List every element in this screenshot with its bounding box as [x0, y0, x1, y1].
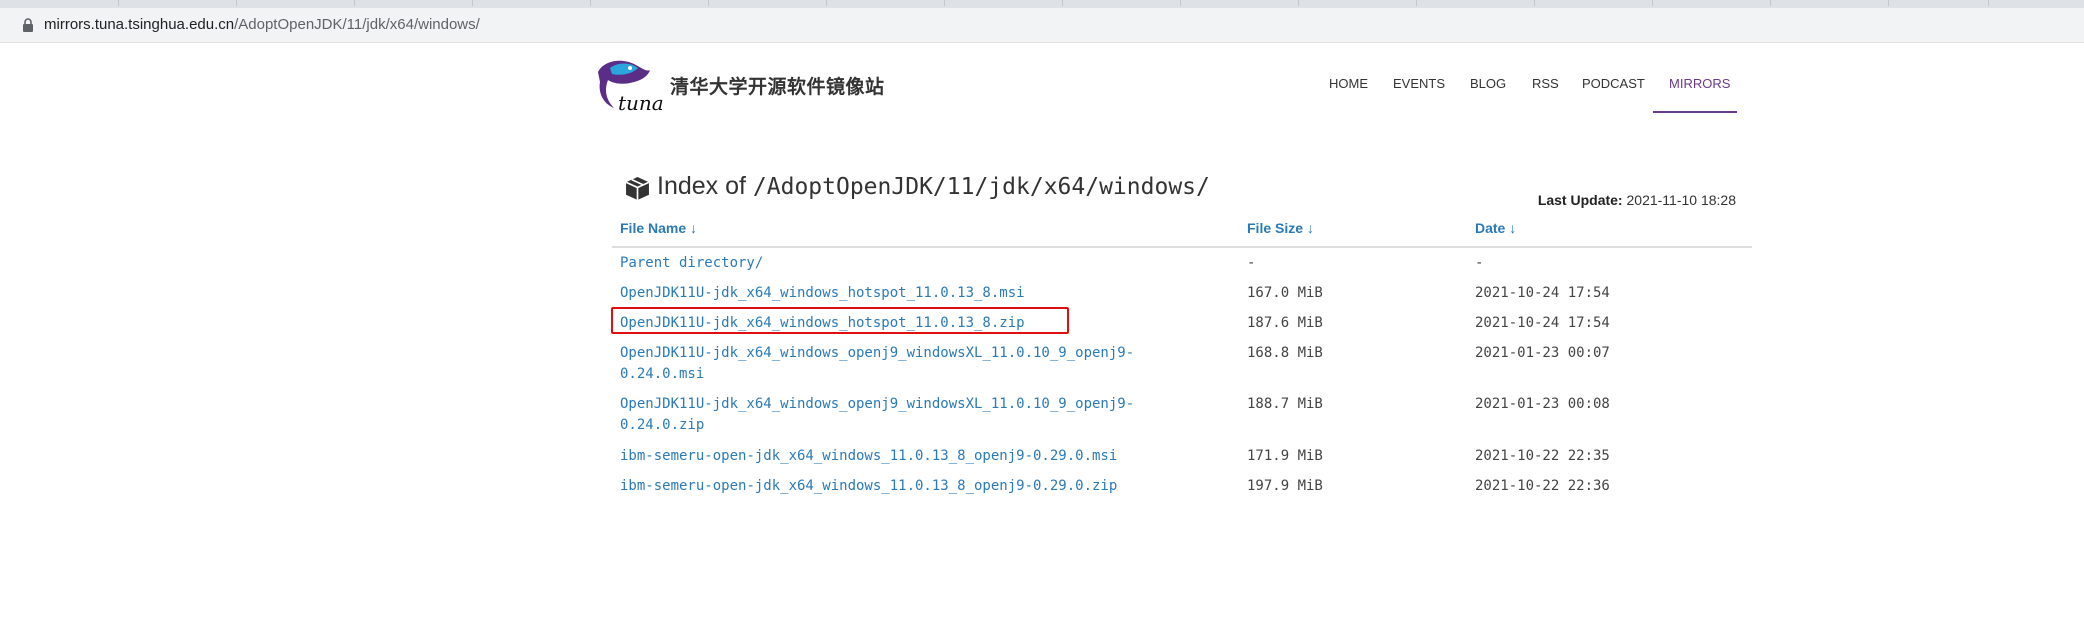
tab-divider: [118, 0, 119, 6]
file-size: 167.0 MiB: [1247, 285, 1323, 301]
nav-rss[interactable]: RSS: [1532, 76, 1559, 91]
url-path: /AdoptOpenJDK/11/jdk/x64/windows/: [234, 16, 480, 33]
file-date: 2021-01-23 00:08: [1475, 396, 1610, 412]
tab-divider: [1416, 0, 1417, 6]
header-divider: [612, 246, 1752, 248]
file-link[interactable]: OpenJDK11U-jdk_x64_windows_openj9_window…: [620, 394, 1134, 436]
file-link-line1: OpenJDK11U-jdk_x64_windows_openj9_window…: [620, 345, 1135, 361]
file-size: 168.8 MiB: [1247, 345, 1323, 361]
tab-divider: [1988, 0, 1989, 6]
file-size: 188.7 MiB: [1247, 396, 1323, 412]
file-date: 2021-10-22 22:35: [1475, 448, 1610, 464]
tab-divider: [1534, 0, 1535, 6]
address-bar[interactable]: mirrors.tuna.tsinghua.edu.cn/AdoptOpenJD…: [0, 8, 2084, 43]
tab-divider: [1652, 0, 1653, 6]
nav-blog[interactable]: BLOG: [1470, 76, 1506, 91]
nav-events[interactable]: EVENTS: [1393, 76, 1445, 91]
file-date: 2021-01-23 00:07: [1475, 345, 1610, 361]
url-text[interactable]: mirrors.tuna.tsinghua.edu.cn/AdoptOpenJD…: [44, 16, 480, 34]
file-link[interactable]: ibm-semeru-open-jdk_x64_windows_11.0.13_…: [620, 446, 1117, 467]
file-link[interactable]: OpenJDK11U-jdk_x64_windows_openj9_window…: [620, 343, 1134, 385]
tab-divider: [354, 0, 355, 6]
tab-divider: [944, 0, 945, 6]
index-directory: /AdoptOpenJDK/11/jdk/x64/windows/: [752, 174, 1210, 200]
site-title[interactable]: 清华大学开源软件镜像站: [670, 72, 885, 99]
file-date: 2021-10-24 17:54: [1475, 285, 1610, 301]
file-link[interactable]: OpenJDK11U-jdk_x64_windows_hotspot_11.0.…: [620, 283, 1025, 304]
tab-divider: [590, 0, 591, 6]
sort-date[interactable]: Date ↓: [1475, 220, 1516, 236]
file-size: 171.9 MiB: [1247, 448, 1323, 464]
file-link-line2: 0.24.0.zip: [620, 417, 705, 433]
tab-divider: [1770, 0, 1771, 6]
file-date: 2021-10-22 22:36: [1475, 478, 1610, 494]
tab-divider: [236, 0, 237, 6]
logo-text: tuna: [618, 91, 664, 114]
file-link-line1: OpenJDK11U-jdk_x64_windows_openj9_window…: [620, 396, 1135, 412]
tab-divider: [1298, 0, 1299, 6]
highlight-annotation: [611, 307, 1069, 334]
nav-home[interactable]: HOME: [1329, 76, 1368, 91]
last-update-label: Last Update:: [1537, 192, 1623, 208]
last-update: Last Update: 2021-11-10 18:28: [1538, 192, 1736, 208]
tab-divider: [472, 0, 473, 6]
lock-icon[interactable]: [22, 18, 34, 32]
tab-divider: [826, 0, 827, 6]
nav-podcast[interactable]: PODCAST: [1582, 76, 1645, 91]
file-size: -: [1247, 255, 1256, 271]
tab-divider: [1062, 0, 1063, 6]
tab-divider: [1180, 0, 1181, 6]
file-link[interactable]: ibm-semeru-open-jdk_x64_windows_11.0.13_…: [620, 476, 1117, 497]
index-label: Index of: [657, 172, 746, 200]
file-link-parent[interactable]: Parent directory/: [620, 253, 763, 274]
browser-tab-strip: [0, 0, 2084, 8]
nav-active-indicator: [1653, 111, 1737, 113]
file-size: 197.9 MiB: [1247, 478, 1323, 494]
box-icon: [625, 177, 650, 200]
tab-divider: [1888, 0, 1889, 6]
url-host: mirrors.tuna.tsinghua.edu.cn: [44, 16, 235, 33]
nav-mirrors[interactable]: MIRRORS: [1669, 76, 1730, 91]
file-link-line2: 0.24.0.msi: [620, 366, 705, 382]
tab-divider: [708, 0, 709, 6]
file-date: -: [1475, 255, 1484, 271]
file-size: 187.6 MiB: [1247, 315, 1323, 331]
tuna-logo[interactable]: tuna: [594, 58, 664, 114]
sort-file-name[interactable]: File Name ↓: [620, 220, 697, 236]
sort-file-size[interactable]: File Size ↓: [1247, 220, 1314, 236]
last-update-value: 2021-11-10 18:28: [1626, 192, 1737, 208]
file-date: 2021-10-24 17:54: [1475, 315, 1610, 331]
index-heading: Index of /AdoptOpenJDK/11/jdk/x64/window…: [657, 172, 1210, 201]
